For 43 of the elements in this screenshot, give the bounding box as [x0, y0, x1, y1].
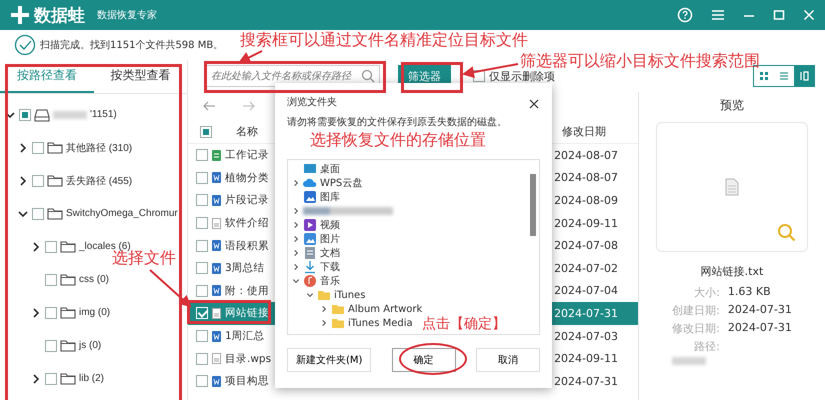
file-name: 附：使用: [225, 284, 269, 298]
detail-value: 2024-07-31: [728, 303, 792, 318]
app-name: 数据蛙: [34, 4, 85, 26]
file-name: 软件介绍: [225, 216, 269, 230]
file-name: 网站链接: [225, 306, 269, 320]
file-name: 1周汇总: [225, 329, 265, 344]
file-date: 2024-09-11: [554, 352, 619, 366]
annotation-text: 搜索框可以通过文件名精准定位目标文件: [240, 30, 528, 50]
annotation-text: 点击【确定】: [422, 316, 506, 333]
file-name: 片段记录: [225, 193, 269, 208]
file-name: 工作记录: [225, 148, 269, 162]
detail-label: 修改日期:: [672, 321, 720, 336]
checkbox-label: 仅显示删除项: [489, 68, 555, 84]
file-date: 2024-07-03: [554, 330, 619, 343]
file-date: 2024-09-11: [554, 216, 619, 230]
app-subtitle: 数据恢复专家: [97, 8, 157, 22]
file-name: 语段积累: [225, 238, 269, 253]
column-header: 修改日期: [562, 124, 607, 139]
annotation-text: 筛选器可以缩小目标文件搜索范围: [520, 51, 760, 70]
file-date: 2024-08-07: [554, 148, 619, 162]
file-date: 2024-08-07: [554, 171, 619, 184]
file-name: 项目构思: [225, 374, 269, 388]
file-name: 植物分类: [225, 170, 269, 185]
preview-file-name: 网站链接.txt: [700, 264, 764, 279]
file-date: 2024-07-04: [554, 284, 619, 298]
dialog-title: 浏览文件夹: [287, 96, 337, 109]
detail-value: 2024-07-31: [728, 321, 792, 336]
annotation-text: 选择恢复文件的存储位置: [310, 130, 486, 150]
file-date: 2024-07-08: [554, 239, 619, 252]
file-date: 2024-07-31: [554, 306, 619, 320]
preview-title: 预览: [720, 97, 744, 114]
file-date: 2024-07-02: [554, 262, 619, 275]
column-header: 名称: [235, 124, 258, 139]
file-name: 3周总结: [225, 261, 265, 276]
detail-value: 1.63 KB: [728, 285, 772, 300]
file-date: 2024-08-09: [554, 194, 619, 207]
detail-label: 路径:: [693, 339, 720, 354]
file-date: 2024-07-31: [554, 374, 619, 388]
detail-label: 创建日期:: [672, 303, 720, 318]
detail-label: 大小:: [693, 285, 720, 300]
scan-status-text: 扫描完成。找到1151个文件共598 MB。: [40, 38, 224, 52]
dialog-message: 请勿将需要恢复的文件保存到原丢失数据的磁盘。: [287, 116, 507, 129]
file-name: 目录.wps: [225, 352, 272, 366]
